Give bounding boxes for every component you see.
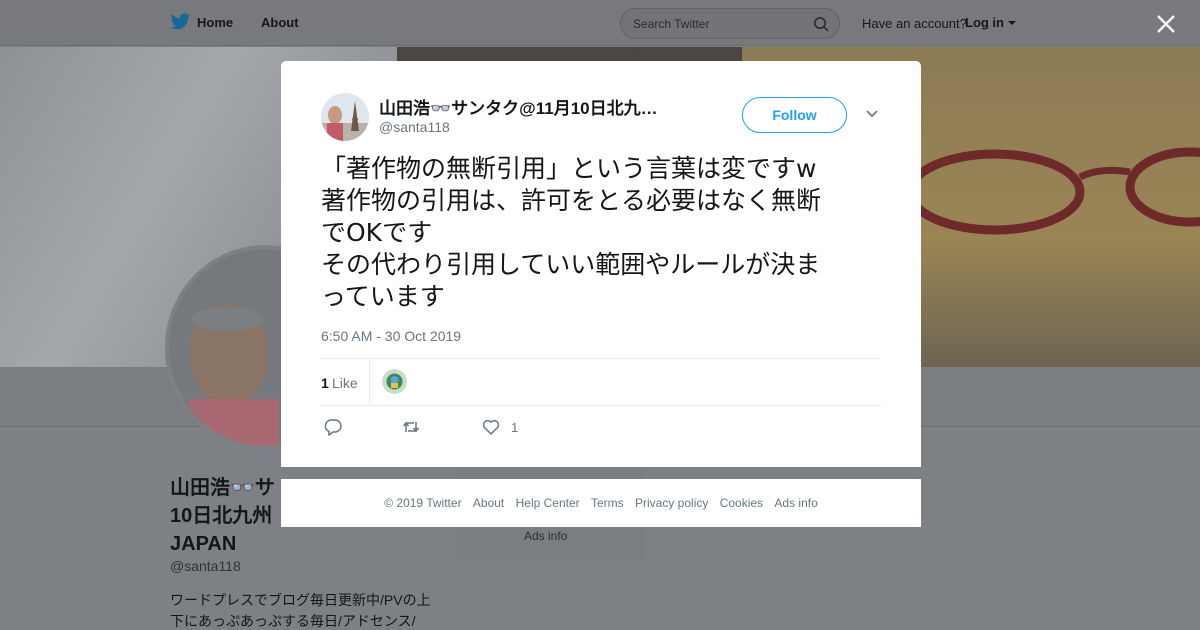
background-profile-bio: ワードプレスでブログ毎日更新中/PVの上 下にあっぷあっぷする毎日/アドセンス/ — [170, 590, 440, 630]
tweet-text-line: その代わり引用していい範囲やルールが決ま — [321, 250, 821, 279]
footer-link-help-center[interactable]: Help Center — [516, 496, 580, 510]
search-icon[interactable] — [813, 16, 829, 32]
bio-line-1: ワードプレスでブログ毎日更新中/PVの上 — [170, 592, 431, 608]
likes-count[interactable]: 1 — [321, 375, 329, 391]
caret-down-icon[interactable] — [1008, 21, 1016, 25]
search-placeholder: Search Twitter — [633, 17, 710, 31]
tweet-author-name[interactable]: 山田浩👓サンタク@11月10日北九… — [379, 94, 689, 119]
tweet-stats: 1 Like — [321, 358, 881, 406]
follow-button[interactable]: Follow — [742, 97, 847, 133]
bio-line-2: 下にあっぷあっぷする毎日/アドセンス/ — [170, 613, 416, 629]
likes-label[interactable]: Like — [332, 375, 358, 391]
tweet-timestamp[interactable]: 6:50 AM - 30 Oct 2019 — [321, 328, 461, 344]
nav-home-link[interactable]: Home — [197, 15, 233, 30]
stats-divider — [369, 359, 370, 405]
tweet-text-line: 「著作物の無断引用」という言葉は変ですw — [321, 154, 817, 183]
footer-link-about[interactable]: About — [473, 496, 504, 510]
heart-icon[interactable] — [482, 418, 500, 436]
nav-about-link[interactable]: About — [261, 15, 299, 30]
reply-icon[interactable] — [324, 418, 342, 436]
profile-name-line-3: JAPAN — [170, 533, 237, 555]
tweet-card: 山田浩👓サンタク@11月10日北九… @santa118 Follow 「著作物… — [281, 61, 921, 467]
twitter-bird-icon[interactable] — [170, 13, 191, 31]
close-icon[interactable] — [1155, 13, 1177, 35]
background-profile-handle: @santa118 — [170, 558, 241, 574]
account-question: Have an account? — [862, 16, 967, 31]
footer-link-privacy[interactable]: Privacy policy — [635, 496, 708, 510]
liker-avatar[interactable] — [382, 369, 407, 394]
tweet-text-line: っています — [321, 282, 445, 311]
tweet-text-line: 著作物の引用は、許可をとる必要はなく無断 — [321, 186, 822, 215]
footer: © 2019 Twitter About Help Center Terms P… — [281, 479, 921, 527]
tweet-text-line: でOKです — [321, 218, 433, 247]
footer-copyright: © 2019 Twitter — [384, 496, 462, 510]
tweet-text: 「著作物の無断引用」という言葉は変ですw 著作物の引用は、許可をとる必要はなく無… — [321, 153, 883, 313]
background-ads-info: Ads info — [524, 529, 568, 543]
tweet-author-avatar[interactable] — [321, 93, 369, 141]
login-link[interactable]: Log in — [965, 15, 1004, 30]
footer-links: © 2019 Twitter About Help Center Terms P… — [281, 496, 921, 510]
retweet-icon[interactable] — [402, 418, 420, 436]
tweet-author-handle[interactable]: @santa118 — [379, 119, 450, 135]
footer-link-ads-info[interactable]: Ads info — [774, 496, 817, 510]
footer-link-terms[interactable]: Terms — [591, 496, 624, 510]
footer-link-cookies[interactable]: Cookies — [720, 496, 763, 510]
top-navigation: Home About Search Twitter Have an accoun… — [0, 0, 1200, 46]
like-action-count: 1 — [511, 420, 519, 435]
tweet-actions: 1 — [321, 416, 881, 440]
search-input[interactable]: Search Twitter — [620, 8, 840, 39]
glasses-image — [905, 147, 1200, 235]
chevron-down-icon[interactable] — [865, 109, 879, 119]
